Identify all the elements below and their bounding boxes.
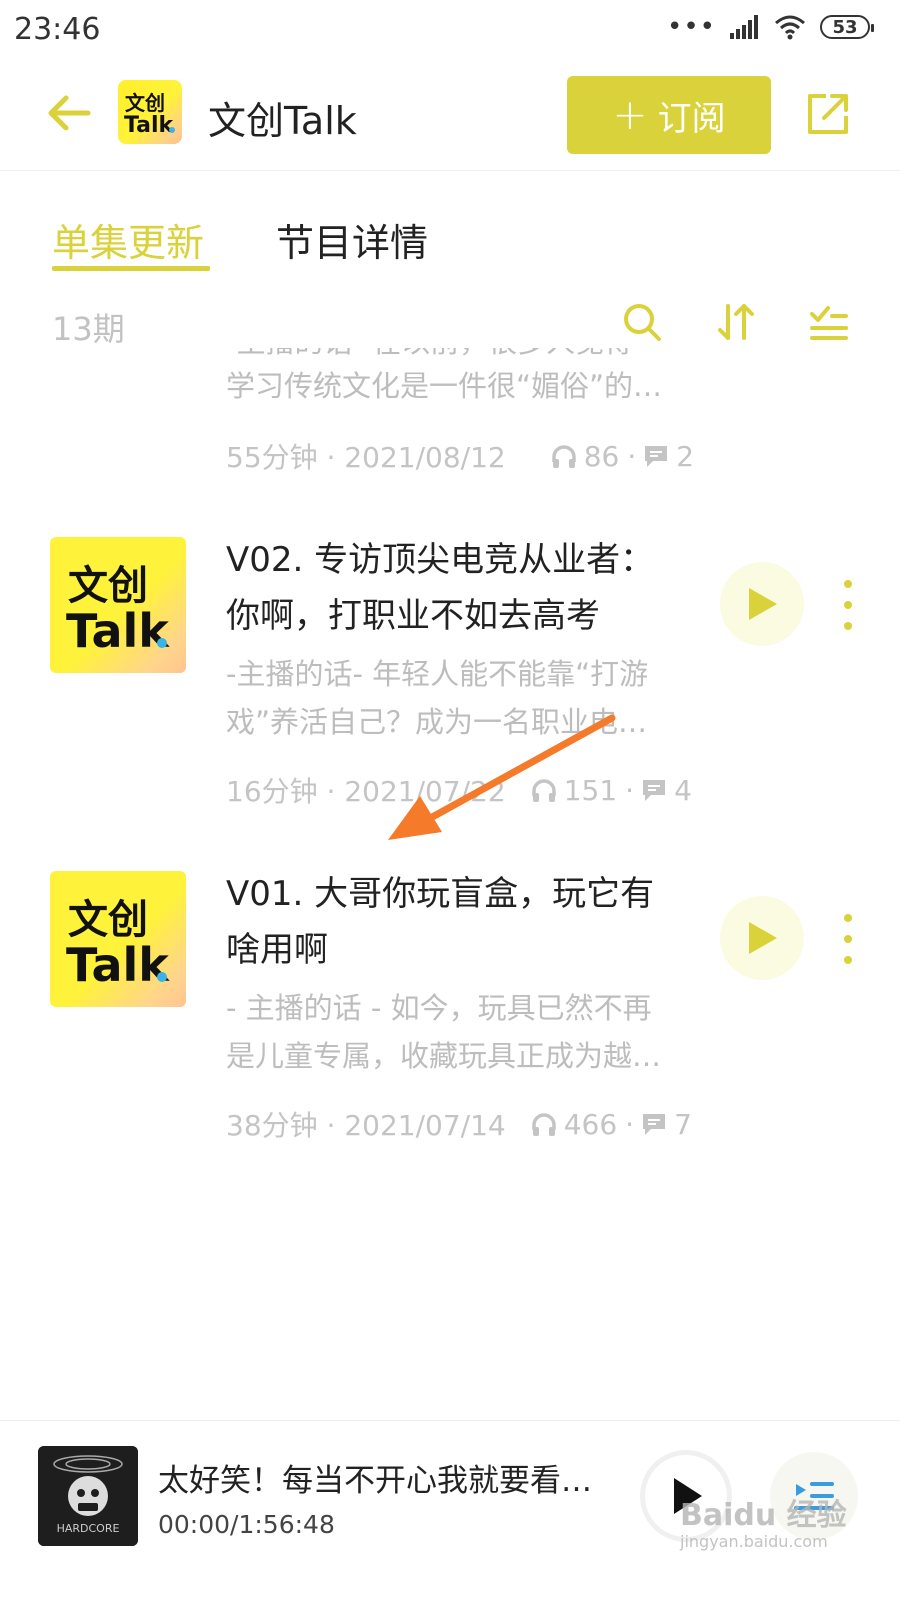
svg-text:Talk: Talk [66,938,170,992]
now-playing-time: 00:00/1:56:48 [158,1510,335,1539]
battery-indicator: 53 [820,15,874,39]
talk-logo-icon: 文创 Talk [66,897,170,992]
tab-episodes[interactable]: 单集更新 [52,212,204,267]
talk-logo-icon: 文创 Talk [66,563,170,658]
episode-title[interactable]: V01. 大哥你玩盲盒，玩它有 [226,866,696,922]
plays-stat: 466 [530,1108,617,1141]
episode-cover: 文创 Talk [50,537,186,673]
more-options-button[interactable] [838,580,858,630]
search-button[interactable] [620,300,664,344]
comments-count: 7 [674,1107,692,1141]
episode-duration-date: 38分钟 · 2021/07/14 [226,1109,506,1142]
episode-title-line-2[interactable]: 你啊，打职业不如去高考 [226,588,696,644]
watermark: Baidu 经验 [680,1498,847,1533]
hardcore-logo-icon: HARDCORE [38,1446,138,1546]
signal-dots: ••• [666,12,716,42]
svg-text:文创: 文创 [68,897,148,943]
svg-text:Talk: Talk [124,113,175,138]
channel-logo: 文创 Talk [118,80,182,144]
play-button[interactable] [720,896,804,980]
batch-select-button[interactable] [806,300,850,344]
episode-desc: - 主播的话 - 如今，玩具已然不再 [226,991,652,1025]
episode-desc: -主播的话- 年轻人能不能靠“打游 [226,657,649,691]
plays-count: 466 [563,1107,618,1141]
comment-icon [645,446,668,467]
episode-title[interactable]: V02. 专访顶尖电竞从业者： [226,532,696,588]
filter-list-icon [810,306,848,340]
back-button[interactable] [44,88,94,138]
search-icon [624,304,661,341]
episode-duration-date: 55分钟 · 2021/08/12 [226,441,506,474]
talk-logo-icon: 文创 Talk [124,91,175,138]
comments-stat: · 7 [625,1107,692,1141]
svg-text:文创: 文创 [125,91,165,115]
svg-text:Talk: Talk [66,604,170,658]
subscribe-button[interactable]: + 订阅 [567,76,771,154]
more-options-button[interactable] [838,914,858,964]
status-time: 23:46 [14,12,101,47]
cover-label: HARDCORE [57,1522,120,1535]
comments-stat: · 2 [627,439,695,473]
share-icon [808,94,848,134]
share-button[interactable] [804,90,852,138]
svg-text:文创: 文创 [68,563,148,609]
episode-count: 13期 [52,310,125,348]
play-icon [749,588,777,620]
episode-desc-line-2: 是儿童专属，收藏玩具正成为越… [226,1039,662,1073]
now-playing-title[interactable]: 太好笑！每当不开心我就要看… [158,1455,598,1500]
play-icon [749,922,777,954]
headphones-icon [531,1113,556,1136]
plays-stat: 86 [550,439,620,473]
channel-title: 文创Talk [208,99,357,143]
active-tab-indicator [52,266,210,271]
headphones-icon [551,445,576,468]
plus-icon: + [612,90,648,139]
comments-count: 2 [676,439,695,473]
player-divider [0,1420,900,1421]
episode-meta: 38分钟 · 2021/07/14 466 · 7 [226,1104,696,1144]
cellular-signal-icon [730,15,758,39]
header-divider [0,170,900,171]
comments-stat: · 4 [625,773,692,807]
comment-icon [643,1114,666,1135]
status-icons: ••• 53 [666,12,874,42]
episode-meta: 55分钟 · 2021/08/12 86 · 2 [226,436,696,476]
comments-count: 4 [674,773,692,807]
plays-count: 86 [583,439,620,473]
play-button[interactable] [720,562,804,646]
now-playing-cover[interactable]: HARDCORE [38,1446,138,1546]
wifi-icon [775,15,805,40]
sort-button[interactable] [714,300,758,344]
arrow-left-icon [48,95,91,131]
annotation-arrow-icon [388,714,616,840]
episode-desc: 学习传统文化是一件很“媚俗”的… [226,369,663,403]
tab-program-details[interactable]: 节目详情 [276,212,428,267]
subscribe-label: 订阅 [657,98,726,139]
sort-icon [718,304,754,340]
comment-icon [643,780,666,801]
episode-cover: 文创 Talk [50,871,186,1007]
episode-title-line-2[interactable]: 啥用啊 [226,922,696,978]
watermark-url: jingyan.baidu.com [680,1532,828,1551]
